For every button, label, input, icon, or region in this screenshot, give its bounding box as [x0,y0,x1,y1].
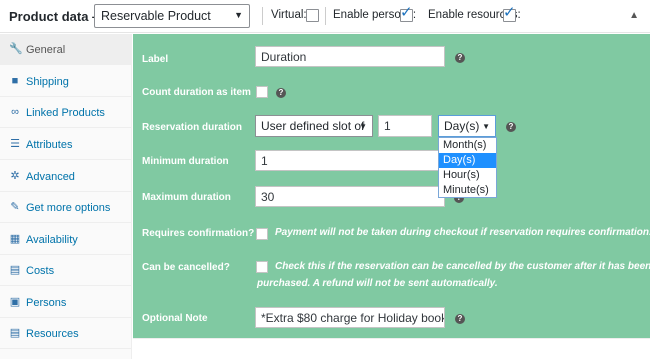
checkmark-icon: ✓ [503,4,516,21]
tab-costs[interactable]: ▤ Costs [0,255,132,286]
optional-note-input[interactable]: *Extra $80 charge for Holiday bookin [255,307,445,328]
dropdown-option-selected[interactable]: Day(s) [439,153,496,168]
enable-persons-checkbox[interactable]: ✓ [400,5,413,22]
maximum-duration-input[interactable]: 30 [255,186,445,207]
requires-confirmation-checkbox[interactable] [256,228,268,240]
product-type-select[interactable]: Reservable Product ▼ [94,4,250,28]
label-field-label: Label [142,54,169,65]
tab-general[interactable]: 🔧 General [0,34,132,65]
dropdown-option[interactable]: Minute(s) [439,183,496,198]
gear-icon: ✲ [10,170,20,182]
list-icon: ☰ [10,138,20,150]
tab-advanced[interactable]: ✲ Advanced [0,161,132,192]
count-duration-label: Count duration as item [142,87,251,98]
help-icon[interactable]: ? [455,53,465,63]
tab-get-more-options[interactable]: ✎ Get more options [0,192,132,223]
duration-type-value: User defined slot of [261,119,365,133]
duration-type-select[interactable]: User defined slot of ▼ [255,115,373,137]
help-icon[interactable]: ? [276,88,286,98]
virtual-label: Virtual: [271,9,307,21]
tab-availability[interactable]: ▦ Availability [0,224,132,255]
divider [133,338,650,339]
optional-note-label: Optional Note [142,313,208,324]
chevron-down-icon: ▼ [359,122,367,131]
duration-unit-select[interactable]: Day(s) ▼ [438,115,496,137]
can-be-cancelled-checkbox[interactable] [256,261,268,273]
tab-label: Linked Products [26,107,105,119]
general-panel: Label Duration ? Count duration as item … [133,34,650,338]
count-duration-checkbox[interactable] [256,86,268,98]
reservation-duration-label: Reservation duration [142,122,243,133]
duration-amount-input[interactable]: 1 [378,115,432,137]
tab-label: Availability [26,234,78,246]
product-data-header: Product data — Reservable Product ▼ Virt… [0,0,650,33]
can-be-cancelled-description-line1: Check this if the reservation can be can… [275,261,650,272]
tab-label: Persons [26,297,67,309]
tab-label: Get more options [26,202,111,214]
dropdown-option[interactable]: Hour(s) [439,168,496,183]
tab-resources[interactable]: ▤ Resources [0,318,132,349]
person-icon: ▣ [9,296,21,308]
checkmark-icon: ✓ [400,4,413,21]
receipt-icon: ▤ [9,264,21,276]
duration-unit-value: Day(s) [444,119,480,133]
tab-label: Attributes [26,139,73,151]
requires-confirmation-label: Requires confirmation? [142,228,255,239]
chevron-down-icon: ▼ [482,122,490,131]
tab-label: General [26,44,66,56]
divider [325,7,326,25]
plugin-icon: ✎ [10,201,20,213]
requires-confirmation-description: Payment will not be taken during checkou… [275,227,650,238]
can-be-cancelled-label: Can be cancelled? [142,262,230,273]
tab-label: Costs [26,265,55,277]
product-type-value: Reservable Product [101,9,211,23]
enable-resources-checkbox[interactable]: ✓ [503,5,516,22]
minimum-duration-input[interactable]: 1 [255,150,445,171]
help-icon[interactable]: ? [506,122,516,132]
collapse-arrow-icon[interactable]: ▲ [629,10,639,21]
dropdown-option[interactable]: Month(s) [439,138,496,153]
link-icon: ∞ [11,106,19,118]
tab-linked-products[interactable]: ∞ Linked Products [0,97,132,128]
divider [262,7,263,25]
can-be-cancelled-description-line2: purchased. A refund will not be sent aut… [257,278,498,289]
tab-label: Resources [26,328,79,340]
duration-unit-dropdown: Month(s) Day(s) Hour(s) Minute(s) [438,137,497,198]
tab-label: Advanced [26,171,75,183]
help-icon[interactable]: ? [455,314,465,324]
virtual-checkbox[interactable] [306,9,319,22]
label-input[interactable]: Duration [255,46,445,67]
product-data-tabs: 🔧 General ■ Shipping ∞ Linked Products ☰… [0,34,132,359]
minimum-duration-label: Minimum duration [142,156,229,167]
tab-attributes[interactable]: ☰ Attributes [0,129,132,160]
tab-label: Shipping [26,76,69,88]
tab-persons[interactable]: ▣ Persons [0,287,132,318]
product-data-title: Product data — [9,9,106,24]
truck-icon: ■ [11,75,19,87]
chevron-down-icon: ▼ [234,10,243,20]
calendar-icon: ▦ [9,233,21,245]
wrench-icon: 🔧 [9,43,23,55]
resources-icon: ▤ [9,327,21,339]
maximum-duration-label: Maximum duration [142,192,231,203]
tab-shipping[interactable]: ■ Shipping [0,66,132,97]
